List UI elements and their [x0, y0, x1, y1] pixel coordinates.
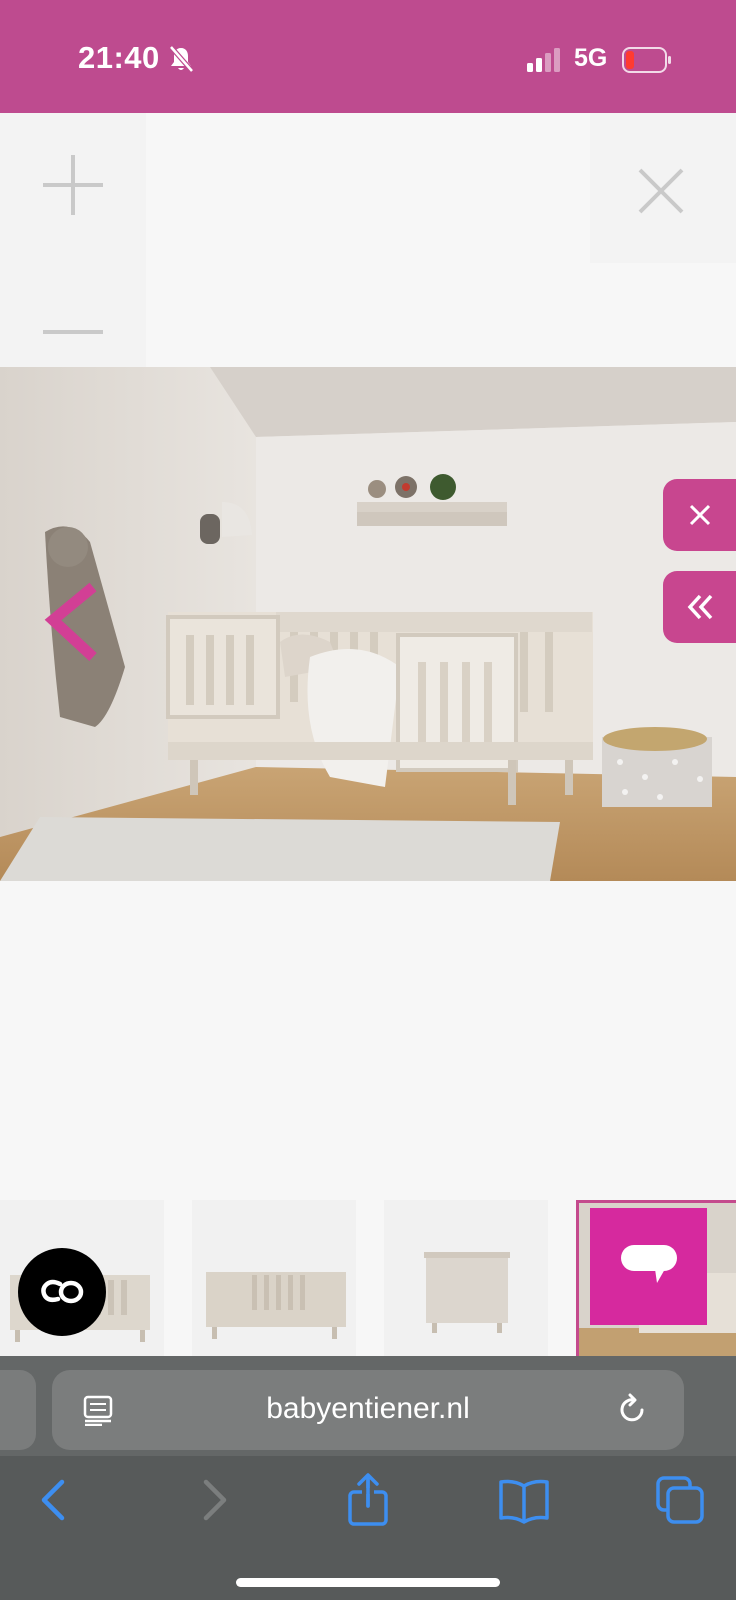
chat-button[interactable] [590, 1208, 707, 1325]
chat-bubble-icon [620, 1244, 677, 1283]
forward-icon[interactable] [186, 1472, 242, 1528]
double-chevron-left-icon [687, 594, 712, 620]
product-image [0, 367, 736, 881]
reload-icon[interactable] [614, 1392, 650, 1428]
bookmarks-icon[interactable] [496, 1472, 552, 1528]
bell-muted-icon [169, 45, 194, 73]
back-icon[interactable] [26, 1472, 82, 1528]
zoom-in-button[interactable] [38, 150, 108, 220]
browser-toolbar: babyentiener.nl [0, 1356, 736, 1600]
zoom-out-button[interactable] [38, 310, 108, 350]
address-area: babyentiener.nl [0, 1356, 736, 1456]
network-label: 5G [574, 44, 608, 72]
home-indicator [236, 1578, 500, 1587]
previous-tab-stub[interactable] [0, 1370, 36, 1450]
close-icon [689, 504, 710, 526]
side-collapse-tab[interactable] [663, 571, 736, 643]
side-close-tab[interactable] [663, 479, 736, 551]
thumbnail-2[interactable] [192, 1200, 356, 1356]
address-bar[interactable]: babyentiener.nl [52, 1370, 684, 1450]
tabs-icon[interactable] [652, 1472, 708, 1528]
thumbnail-3[interactable] [384, 1200, 548, 1356]
close-gallery-button[interactable] [630, 160, 692, 222]
signal-icon [527, 48, 560, 72]
share-icon[interactable] [340, 1472, 396, 1528]
app-root: 21:40 5G babyentiener.nl [0, 0, 736, 1600]
status-time: 21:40 [78, 40, 160, 75]
url-text: babyentiener.nl [266, 1392, 470, 1425]
co-widget-button[interactable] [18, 1248, 106, 1336]
status-bar: 21:40 5G [0, 0, 736, 113]
co-logo-icon [41, 1279, 84, 1304]
previous-image-button[interactable] [38, 575, 108, 675]
battery-icon [622, 47, 671, 73]
